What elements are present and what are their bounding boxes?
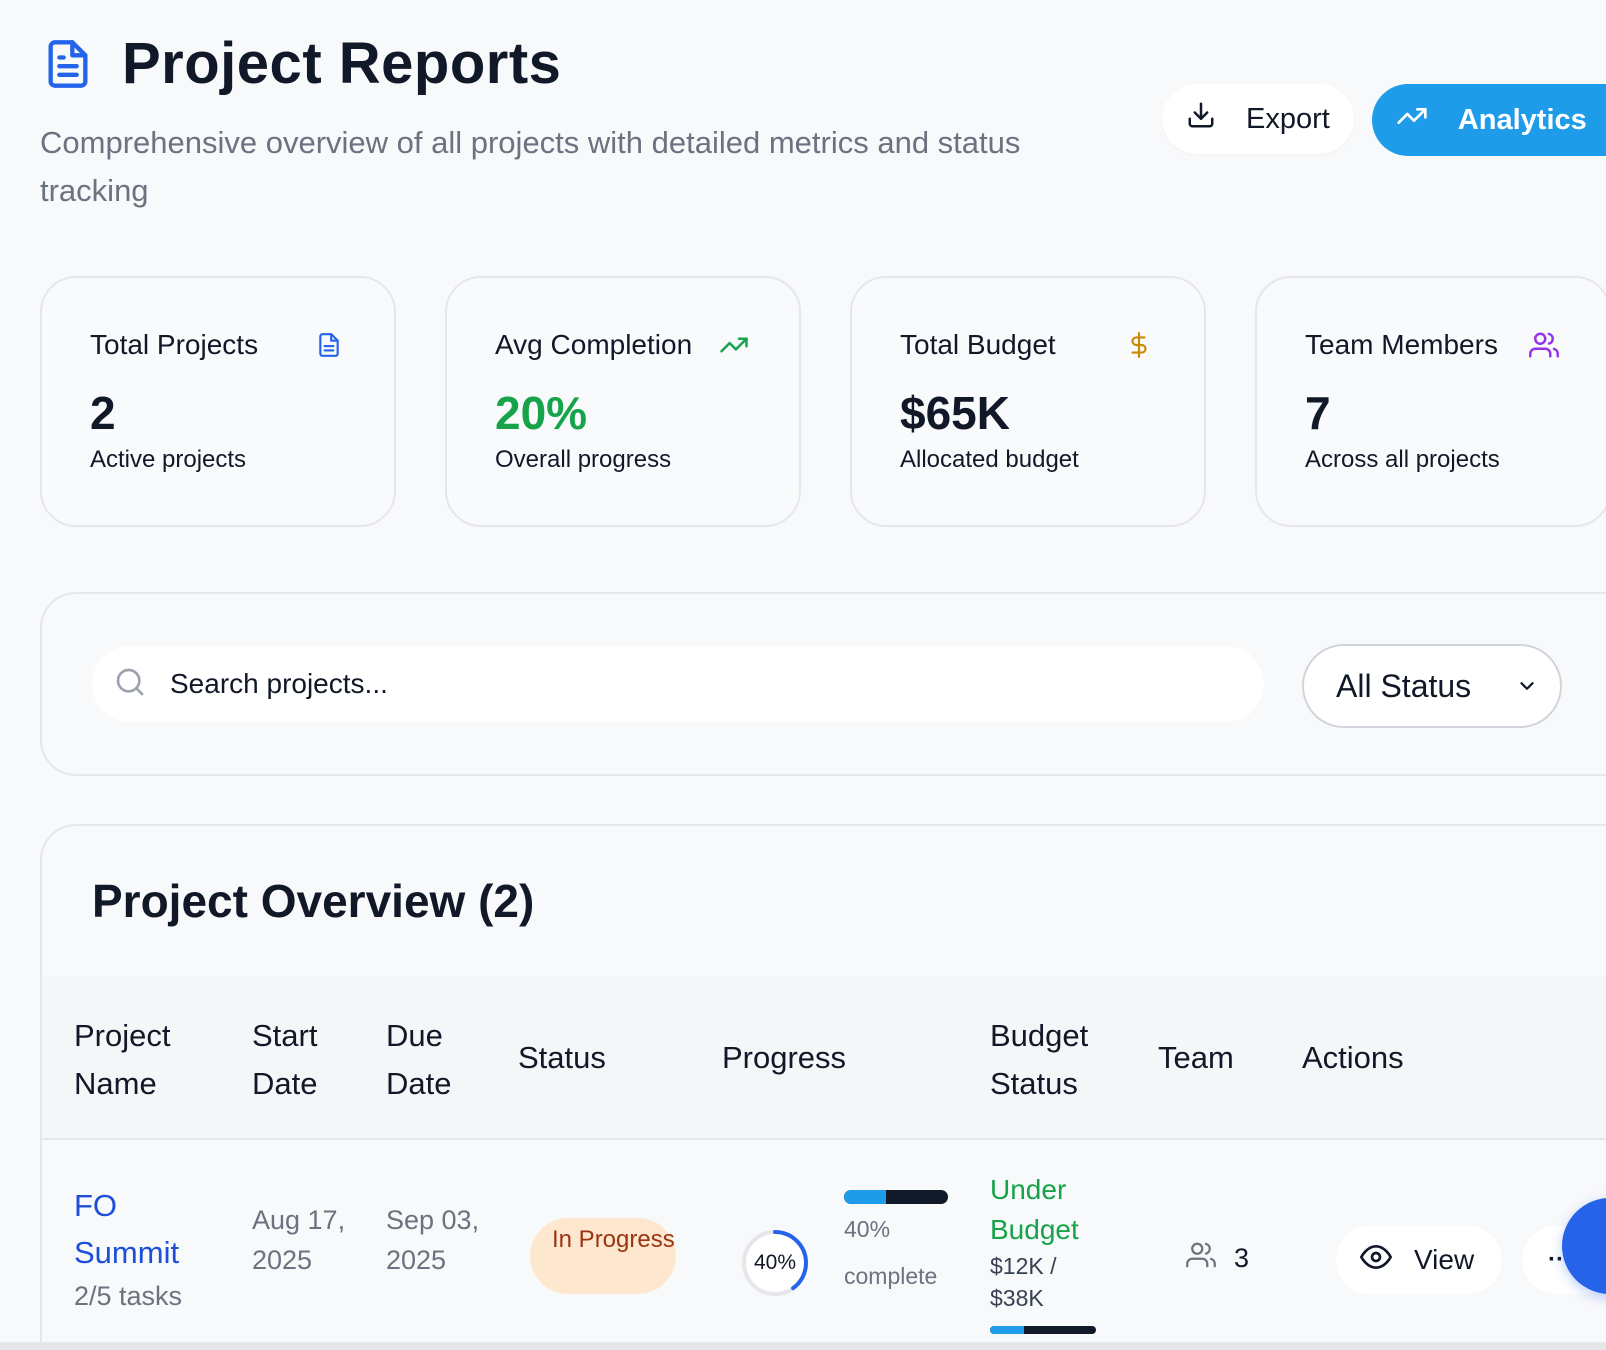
page-title: Project Reports xyxy=(122,31,562,96)
status-filter-select[interactable]: All Status xyxy=(1302,644,1562,728)
team-cell: 3 xyxy=(1186,1240,1249,1277)
users-icon xyxy=(1186,1240,1216,1277)
trend-up-icon xyxy=(717,328,751,362)
analytics-label: Analytics xyxy=(1457,103,1587,136)
progress-text: 40% complete xyxy=(844,1216,938,1289)
stat-card-total-projects: Total Projects 2 Active projects xyxy=(40,276,396,527)
column-header-status: Status xyxy=(518,1040,606,1075)
column-header-team: Team xyxy=(1158,1040,1234,1075)
stat-value: 20% xyxy=(495,387,588,439)
title-row: Project Reports xyxy=(40,30,1140,97)
search-icon xyxy=(114,666,146,703)
stat-label: Total Projects xyxy=(90,329,259,360)
users-icon xyxy=(1527,328,1561,362)
stat-card-team-members: Team Members 7 Across all projects xyxy=(1255,276,1606,527)
column-header-due-date: Due Date xyxy=(386,1018,452,1101)
table-row: FO Summit 2/5 tasks Aug 17, 2025 Sep 03,… xyxy=(42,1142,1606,1350)
search-placeholder: Search projects... xyxy=(170,668,388,699)
view-label: View xyxy=(1414,1244,1475,1275)
stat-card-total-budget: Total Budget $65K Allocated budget xyxy=(850,276,1206,527)
status-badge: In Progress xyxy=(530,1218,676,1294)
budget-status: Under Budget xyxy=(990,1174,1079,1245)
stat-label: Total Budget xyxy=(900,329,1056,360)
view-button[interactable]: View xyxy=(1336,1226,1502,1294)
stat-desc: Overall progress xyxy=(495,446,672,473)
stat-desc: Allocated budget xyxy=(900,446,1079,473)
document-icon xyxy=(40,32,96,96)
progress-ring-label: 40% xyxy=(753,1251,797,1274)
stat-card-avg-completion: Avg Completion 20% Overall progress xyxy=(445,276,801,527)
progress-bar xyxy=(844,1190,948,1204)
status-filter-value: All Status xyxy=(1336,667,1472,704)
horizontal-scrollbar[interactable] xyxy=(0,1342,1606,1350)
budget-amount: $12K / $38K xyxy=(990,1253,1057,1311)
chevron-down-icon xyxy=(1516,668,1538,705)
export-label: Export xyxy=(1246,102,1330,135)
column-header-project-name: Project Name xyxy=(74,1018,171,1101)
export-button[interactable]: Export xyxy=(1162,84,1354,154)
dollar-icon xyxy=(1122,328,1156,362)
search-input[interactable]: Search projects... xyxy=(92,646,1264,722)
project-reports-page: Project Reports Comprehensive overview o… xyxy=(0,0,1606,1350)
stat-label: Avg Completion xyxy=(495,329,693,360)
stat-value: 7 xyxy=(1305,387,1331,439)
stat-desc: Active projects xyxy=(90,446,247,473)
project-name-cell: FO Summit 2/5 tasks xyxy=(74,1182,224,1316)
due-date: Sep 03, 2025 xyxy=(386,1205,480,1275)
stat-value: 2 xyxy=(90,387,116,439)
start-date: Aug 17, 2025 xyxy=(252,1205,346,1275)
trend-up-icon xyxy=(1396,100,1428,140)
analytics-button[interactable]: Analytics xyxy=(1371,84,1606,156)
project-name-link[interactable]: FO Summit xyxy=(74,1182,224,1276)
project-overview-panel: Project Overview (2) Project Name Start … xyxy=(40,824,1606,1350)
stat-desc: Across all projects xyxy=(1305,446,1500,473)
column-header-actions: Actions xyxy=(1302,1040,1404,1075)
eye-icon xyxy=(1360,1241,1392,1280)
column-header-budget-status: Budget Status xyxy=(990,1018,1089,1101)
team-count: 3 xyxy=(1234,1243,1250,1273)
download-icon xyxy=(1186,100,1216,138)
budget-cell: Under Budget $12K / $38K xyxy=(990,1170,1100,1314)
budget-bar-fill xyxy=(990,1326,1024,1334)
table-title: Project Overview (2) xyxy=(92,875,535,927)
document-icon xyxy=(312,328,346,362)
project-tasks: 2/5 tasks xyxy=(74,1281,183,1311)
header-actions: Export Analytics xyxy=(1162,84,1606,156)
budget-bar xyxy=(990,1326,1096,1334)
stats-row: Total Projects 2 Active projects Avg Com… xyxy=(40,276,1606,527)
column-header-start-date: Start Date xyxy=(252,1018,318,1101)
stat-value: $65K xyxy=(900,387,1010,439)
table-header: Project Name Start Date Due Date Status … xyxy=(42,976,1606,1140)
filter-panel: Search projects... All Status xyxy=(40,592,1606,776)
progress-bar-fill xyxy=(844,1190,886,1204)
page-header: Project Reports Comprehensive overview o… xyxy=(40,30,1140,215)
page-subtitle: Comprehensive overview of all projects w… xyxy=(40,125,1021,208)
column-header-progress: Progress xyxy=(722,1040,847,1075)
stat-label: Team Members xyxy=(1305,329,1498,360)
